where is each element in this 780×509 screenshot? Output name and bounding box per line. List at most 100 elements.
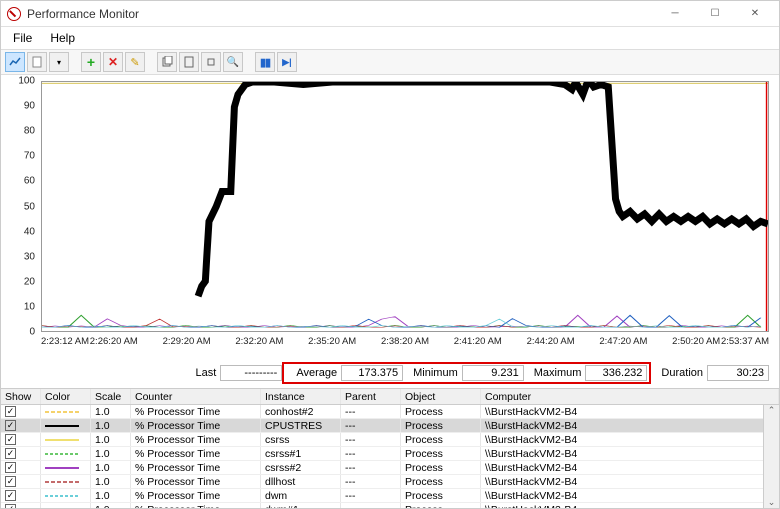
menubar: File Help bbox=[1, 27, 779, 49]
show-checkbox[interactable]: ✓ bbox=[5, 490, 16, 501]
vertical-scrollbar[interactable]: ⌃⌄ bbox=[763, 405, 779, 508]
x-tick: 2:50:20 AM bbox=[672, 336, 720, 347]
app-icon bbox=[7, 7, 21, 21]
table-row[interactable]: ✓1.0% Processor Timedwm#1---Process\\Bur… bbox=[1, 503, 779, 508]
show-checkbox[interactable]: ✓ bbox=[5, 462, 16, 473]
cell-parent: --- bbox=[341, 489, 401, 502]
hdr-instance[interactable]: Instance bbox=[261, 389, 341, 404]
minimize-button[interactable]: ─ bbox=[655, 3, 695, 25]
cell-computer: \\BurstHackVM2-B4 bbox=[481, 433, 779, 446]
page-button[interactable] bbox=[27, 52, 47, 72]
print-button[interactable]: ▾ bbox=[49, 52, 69, 72]
y-tick: 70 bbox=[24, 151, 35, 162]
cell-parent: --- bbox=[341, 475, 401, 488]
properties-button[interactable] bbox=[201, 52, 221, 72]
cell-parent: --- bbox=[341, 405, 401, 418]
y-tick: 80 bbox=[24, 126, 35, 137]
show-checkbox[interactable]: ✓ bbox=[5, 406, 16, 417]
cell-computer: \\BurstHackVM2-B4 bbox=[481, 447, 779, 460]
x-tick: 2:32:20 AM bbox=[235, 336, 283, 347]
x-tick: 2:29:20 AM bbox=[163, 336, 211, 347]
add-counter-button[interactable]: + bbox=[81, 52, 101, 72]
x-tick: 2:47:20 AM bbox=[599, 336, 647, 347]
cell-object: Process bbox=[401, 433, 481, 446]
menu-help[interactable]: Help bbox=[46, 29, 79, 47]
table-row[interactable]: ✓1.0% Processor Timecsrss---Process\\Bur… bbox=[1, 433, 779, 447]
show-checkbox[interactable]: ✓ bbox=[5, 476, 16, 487]
x-tick: 2:44:20 AM bbox=[527, 336, 575, 347]
hdr-parent[interactable]: Parent bbox=[341, 389, 401, 404]
table-row[interactable]: ✓1.0% Processor Timeconhost#2---Process\… bbox=[1, 405, 779, 419]
cell-computer: \\BurstHackVM2-B4 bbox=[481, 475, 779, 488]
close-button[interactable]: ✕ bbox=[735, 3, 775, 25]
paste-button[interactable] bbox=[179, 52, 199, 72]
cell-instance: dwm#1 bbox=[261, 503, 341, 508]
y-tick: 40 bbox=[24, 226, 35, 237]
titlebar[interactable]: Performance Monitor ─ ☐ ✕ bbox=[1, 1, 779, 27]
table-row[interactable]: ✓1.0% Processor TimeCPUSTRES---Process\\… bbox=[1, 419, 779, 433]
hdr-color[interactable]: Color bbox=[41, 389, 91, 404]
show-checkbox[interactable]: ✓ bbox=[5, 448, 16, 459]
hdr-show[interactable]: Show bbox=[1, 389, 41, 404]
stats-highlight: Average 173.375 Minimum 9.231 Maximum 33… bbox=[282, 362, 651, 384]
cell-computer: \\BurstHackVM2-B4 bbox=[481, 419, 779, 432]
x-tick: 2:35:20 AM bbox=[308, 336, 356, 347]
maximize-button[interactable]: ☐ bbox=[695, 3, 735, 25]
hdr-object[interactable]: Object bbox=[401, 389, 481, 404]
x-axis: 2:23:12 AM2:26:20 AM2:29:20 AM2:32:20 AM… bbox=[41, 336, 769, 352]
x-tick: 2:38:20 AM bbox=[381, 336, 429, 347]
color-swatch bbox=[41, 405, 91, 418]
hdr-computer[interactable]: Computer bbox=[481, 389, 779, 404]
update-button[interactable]: ▶| bbox=[277, 52, 297, 72]
chart-area: 0102030405060708090100 2:23:12 AM2:26:20… bbox=[1, 75, 779, 356]
color-swatch bbox=[41, 503, 91, 508]
delete-counter-button[interactable]: ✕ bbox=[103, 52, 123, 72]
toolbar: ▾ + ✕ ✎ 🔍 ▮▮ ▶| bbox=[1, 49, 779, 75]
last-value: --------- bbox=[220, 365, 282, 381]
view-graph-button[interactable] bbox=[5, 52, 25, 72]
highlight-button[interactable]: ✎ bbox=[125, 52, 145, 72]
y-axis: 0102030405060708090100 bbox=[3, 81, 39, 332]
cell-counter: % Processor Time bbox=[131, 475, 261, 488]
y-tick: 60 bbox=[24, 176, 35, 187]
cell-object: Process bbox=[401, 475, 481, 488]
color-swatch bbox=[41, 461, 91, 474]
hdr-counter[interactable]: Counter bbox=[131, 389, 261, 404]
cell-object: Process bbox=[401, 419, 481, 432]
cell-instance: conhost#2 bbox=[261, 405, 341, 418]
grid-header[interactable]: Show Color Scale Counter Instance Parent… bbox=[1, 389, 779, 405]
zoom-button[interactable]: 🔍 bbox=[223, 52, 243, 72]
color-swatch bbox=[41, 489, 91, 502]
color-swatch bbox=[41, 447, 91, 460]
cell-object: Process bbox=[401, 461, 481, 474]
cell-object: Process bbox=[401, 447, 481, 460]
table-row[interactable]: ✓1.0% Processor Timedwm---Process\\Burst… bbox=[1, 489, 779, 503]
cell-object: Process bbox=[401, 503, 481, 508]
menu-file[interactable]: File bbox=[9, 29, 36, 47]
cell-scale: 1.0 bbox=[91, 433, 131, 446]
cell-parent: --- bbox=[341, 447, 401, 460]
y-tick: 0 bbox=[29, 327, 35, 338]
counter-grid: Show Color Scale Counter Instance Parent… bbox=[1, 388, 779, 508]
x-tick: 2:53:37 AM bbox=[721, 336, 769, 347]
cell-instance: dllhost bbox=[261, 475, 341, 488]
table-row[interactable]: ✓1.0% Processor Timecsrss#2---Process\\B… bbox=[1, 461, 779, 475]
hdr-scale[interactable]: Scale bbox=[91, 389, 131, 404]
copy-button[interactable] bbox=[157, 52, 177, 72]
y-tick: 50 bbox=[24, 201, 35, 212]
table-row[interactable]: ✓1.0% Processor Timecsrss#1---Process\\B… bbox=[1, 447, 779, 461]
cell-counter: % Processor Time bbox=[131, 419, 261, 432]
table-row[interactable]: ✓1.0% Processor Timedllhost---Process\\B… bbox=[1, 475, 779, 489]
cell-parent: --- bbox=[341, 419, 401, 432]
window-title: Performance Monitor bbox=[27, 7, 139, 21]
cell-instance: csrss#2 bbox=[261, 461, 341, 474]
cell-computer: \\BurstHackVM2-B4 bbox=[481, 405, 779, 418]
show-checkbox[interactable]: ✓ bbox=[5, 504, 16, 508]
x-tick: 2:23:12 AM bbox=[41, 336, 89, 347]
freeze-button[interactable]: ▮▮ bbox=[255, 52, 275, 72]
cell-scale: 1.0 bbox=[91, 447, 131, 460]
plot[interactable] bbox=[41, 81, 769, 332]
cell-scale: 1.0 bbox=[91, 405, 131, 418]
show-checkbox[interactable]: ✓ bbox=[5, 420, 16, 431]
show-checkbox[interactable]: ✓ bbox=[5, 434, 16, 445]
